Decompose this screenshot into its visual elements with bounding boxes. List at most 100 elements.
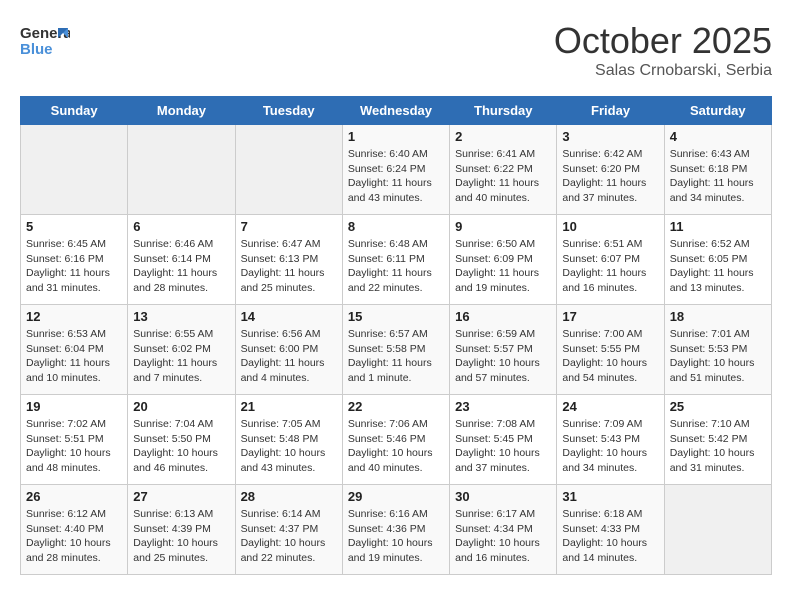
day-number: 18 (670, 309, 766, 324)
day-info: Sunrise: 7:10 AM Sunset: 5:42 PM Dayligh… (670, 417, 766, 476)
calendar-cell: 3 Sunrise: 6:42 AM Sunset: 6:20 PM Daylig… (557, 125, 664, 215)
weekday-header: Thursday (450, 97, 557, 125)
calendar-cell: 29Sunrise: 6:16 AM Sunset: 4:36 PM Dayli… (342, 485, 449, 575)
calendar-cell: 30Sunrise: 6:17 AM Sunset: 4:34 PM Dayli… (450, 485, 557, 575)
day-info: Sunrise: 6:48 AM Sunset: 6:11 PM Dayligh… (348, 237, 444, 296)
day-number: 10 (562, 219, 658, 234)
month-title: October 2025 (554, 20, 772, 62)
day-number: 21 (241, 399, 337, 414)
day-number: 26 (26, 489, 122, 504)
day-number: 12 (26, 309, 122, 324)
day-info: Sunrise: 6:18 AM Sunset: 4:33 PM Dayligh… (562, 507, 658, 566)
calendar-cell (235, 125, 342, 215)
day-number: 14 (241, 309, 337, 324)
calendar-cell: 26Sunrise: 6:12 AM Sunset: 4:40 PM Dayli… (21, 485, 128, 575)
day-info: Sunrise: 7:00 AM Sunset: 5:55 PM Dayligh… (562, 327, 658, 386)
day-number: 13 (133, 309, 229, 324)
calendar-cell: 14 Sunrise: 6:56 AM Sunset: 6:00 PM Dayli… (235, 305, 342, 395)
day-info: Sunrise: 7:09 AM Sunset: 5:43 PM Dayligh… (562, 417, 658, 476)
logo: General Blue (20, 20, 70, 70)
calendar-cell: 2 Sunrise: 6:41 AM Sunset: 6:22 PM Daylig… (450, 125, 557, 215)
calendar-cell: 6 Sunrise: 6:46 AM Sunset: 6:14 PM Daylig… (128, 215, 235, 305)
day-info: Sunrise: 7:01 AM Sunset: 5:53 PM Dayligh… (670, 327, 766, 386)
day-info: Sunrise: 6:43 AM Sunset: 6:18 PM Dayligh… (670, 147, 766, 206)
day-number: 15 (348, 309, 444, 324)
calendar-table: SundayMondayTuesdayWednesdayThursdayFrid… (20, 96, 772, 575)
day-number: 24 (562, 399, 658, 414)
day-number: 22 (348, 399, 444, 414)
calendar-cell: 24 Sunrise: 7:09 AM Sunset: 5:43 PM Dayli… (557, 395, 664, 485)
calendar-cell (21, 125, 128, 215)
calendar-week-row: 5 Sunrise: 6:45 AM Sunset: 6:16 PM Daylig… (21, 215, 772, 305)
day-number: 20 (133, 399, 229, 414)
day-info: Sunrise: 6:41 AM Sunset: 6:22 PM Dayligh… (455, 147, 551, 206)
day-info: Sunrise: 6:52 AM Sunset: 6:05 PM Dayligh… (670, 237, 766, 296)
day-info: Sunrise: 6:13 AM Sunset: 4:39 PM Dayligh… (133, 507, 229, 566)
day-number: 2 (455, 129, 551, 144)
location-subtitle: Salas Crnobarski, Serbia (554, 62, 772, 80)
day-info: Sunrise: 6:42 AM Sunset: 6:20 PM Dayligh… (562, 147, 658, 206)
day-number: 31 (562, 489, 658, 504)
day-info: Sunrise: 7:08 AM Sunset: 5:45 PM Dayligh… (455, 417, 551, 476)
calendar-week-row: 19 Sunrise: 7:02 AM Sunset: 5:51 PM Dayli… (21, 395, 772, 485)
calendar-cell: 15 Sunrise: 6:57 AM Sunset: 5:58 PM Dayli… (342, 305, 449, 395)
day-info: Sunrise: 6:17 AM Sunset: 4:34 PM Dayligh… (455, 507, 551, 566)
page-header: General Blue October 2025 Salas Crnobars… (20, 20, 772, 80)
weekday-header: Friday (557, 97, 664, 125)
day-info: Sunrise: 6:56 AM Sunset: 6:00 PM Dayligh… (241, 327, 337, 386)
day-info: Sunrise: 7:05 AM Sunset: 5:48 PM Dayligh… (241, 417, 337, 476)
calendar-cell: 25 Sunrise: 7:10 AM Sunset: 5:42 PM Dayli… (664, 395, 771, 485)
title-block: October 2025 Salas Crnobarski, Serbia (554, 20, 772, 80)
day-number: 19 (26, 399, 122, 414)
calendar-cell: 5 Sunrise: 6:45 AM Sunset: 6:16 PM Daylig… (21, 215, 128, 305)
day-info: Sunrise: 6:57 AM Sunset: 5:58 PM Dayligh… (348, 327, 444, 386)
day-number: 9 (455, 219, 551, 234)
day-info: Sunrise: 6:59 AM Sunset: 5:57 PM Dayligh… (455, 327, 551, 386)
day-info: Sunrise: 6:45 AM Sunset: 6:16 PM Dayligh… (26, 237, 122, 296)
day-info: Sunrise: 6:55 AM Sunset: 6:02 PM Dayligh… (133, 327, 229, 386)
day-number: 8 (348, 219, 444, 234)
day-number: 27 (133, 489, 229, 504)
weekday-header-row: SundayMondayTuesdayWednesdayThursdayFrid… (21, 97, 772, 125)
day-number: 16 (455, 309, 551, 324)
weekday-header: Wednesday (342, 97, 449, 125)
day-info: Sunrise: 6:14 AM Sunset: 4:37 PM Dayligh… (241, 507, 337, 566)
weekday-header: Monday (128, 97, 235, 125)
day-number: 28 (241, 489, 337, 504)
day-number: 5 (26, 219, 122, 234)
day-number: 3 (562, 129, 658, 144)
day-info: Sunrise: 7:02 AM Sunset: 5:51 PM Dayligh… (26, 417, 122, 476)
calendar-cell: 20Sunrise: 7:04 AM Sunset: 5:50 PM Dayli… (128, 395, 235, 485)
day-info: Sunrise: 6:51 AM Sunset: 6:07 PM Dayligh… (562, 237, 658, 296)
day-info: Sunrise: 7:06 AM Sunset: 5:46 PM Dayligh… (348, 417, 444, 476)
calendar-week-row: 26Sunrise: 6:12 AM Sunset: 4:40 PM Dayli… (21, 485, 772, 575)
calendar-week-row: 1 Sunrise: 6:40 AM Sunset: 6:24 PM Daylig… (21, 125, 772, 215)
day-info: Sunrise: 6:40 AM Sunset: 6:24 PM Dayligh… (348, 147, 444, 206)
weekday-header: Sunday (21, 97, 128, 125)
calendar-cell: 22 Sunrise: 7:06 AM Sunset: 5:46 PM Dayli… (342, 395, 449, 485)
day-number: 17 (562, 309, 658, 324)
calendar-cell: 7 Sunrise: 6:47 AM Sunset: 6:13 PM Daylig… (235, 215, 342, 305)
day-info: Sunrise: 6:50 AM Sunset: 6:09 PM Dayligh… (455, 237, 551, 296)
day-number: 1 (348, 129, 444, 144)
weekday-header: Tuesday (235, 97, 342, 125)
day-info: Sunrise: 6:46 AM Sunset: 6:14 PM Dayligh… (133, 237, 229, 296)
calendar-cell: 9 Sunrise: 6:50 AM Sunset: 6:09 PM Daylig… (450, 215, 557, 305)
day-number: 25 (670, 399, 766, 414)
calendar-cell: 31 Sunrise: 6:18 AM Sunset: 4:33 PM Dayli… (557, 485, 664, 575)
calendar-cell (664, 485, 771, 575)
calendar-cell: 4Sunrise: 6:43 AM Sunset: 6:18 PM Daylig… (664, 125, 771, 215)
day-info: Sunrise: 6:53 AM Sunset: 6:04 PM Dayligh… (26, 327, 122, 386)
day-info: Sunrise: 6:16 AM Sunset: 4:36 PM Dayligh… (348, 507, 444, 566)
calendar-week-row: 12 Sunrise: 6:53 AM Sunset: 6:04 PM Dayli… (21, 305, 772, 395)
day-number: 6 (133, 219, 229, 234)
calendar-cell: 17 Sunrise: 7:00 AM Sunset: 5:55 PM Dayli… (557, 305, 664, 395)
calendar-cell (128, 125, 235, 215)
calendar-cell: 28 Sunrise: 6:14 AM Sunset: 4:37 PM Dayli… (235, 485, 342, 575)
calendar-cell: 12 Sunrise: 6:53 AM Sunset: 6:04 PM Dayli… (21, 305, 128, 395)
day-number: 7 (241, 219, 337, 234)
weekday-header: Saturday (664, 97, 771, 125)
calendar-cell: 1 Sunrise: 6:40 AM Sunset: 6:24 PM Daylig… (342, 125, 449, 215)
day-info: Sunrise: 6:47 AM Sunset: 6:13 PM Dayligh… (241, 237, 337, 296)
calendar-cell: 21 Sunrise: 7:05 AM Sunset: 5:48 PM Dayli… (235, 395, 342, 485)
